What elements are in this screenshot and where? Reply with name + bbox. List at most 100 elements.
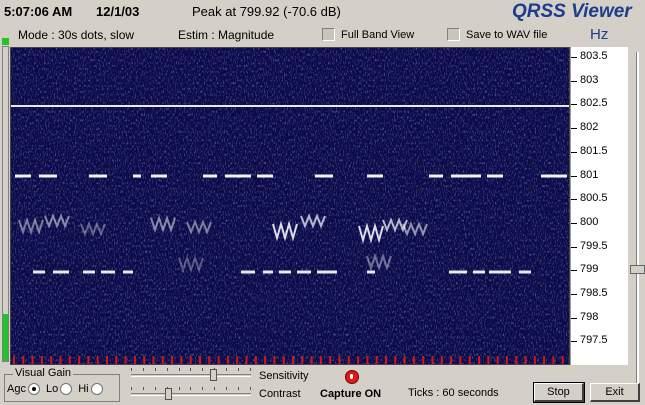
full-band-view-checkbox[interactable]: Full Band View <box>322 28 414 41</box>
frequency-tick <box>571 57 577 58</box>
lo-radio[interactable] <box>60 383 73 395</box>
frequency-units-label: Hz <box>590 26 609 43</box>
frequency-tick-label: 801.5 <box>580 144 608 157</box>
frequency-tick-label: 798.5 <box>580 287 608 299</box>
time-tick-marker <box>96 356 99 364</box>
time-tick-marker <box>133 356 136 364</box>
capture-status: Capture ON <box>320 388 382 400</box>
time-tick-marker <box>347 356 350 364</box>
time-tick-marker <box>450 356 453 364</box>
frequency-tick <box>571 270 577 272</box>
time-tick-marker <box>31 356 34 364</box>
frequency-tick <box>571 151 577 153</box>
time-tick-marker <box>87 356 90 364</box>
time-tick-marker <box>124 356 127 364</box>
time-tick-marker <box>301 356 304 364</box>
frequency-tick-label: 799 <box>580 263 599 276</box>
time-tick-marker <box>524 356 527 364</box>
agc-label: Agc <box>7 383 26 395</box>
spectrogram-display[interactable] <box>10 47 570 365</box>
hi-label: Hi <box>78 383 89 395</box>
time-tick-marker <box>478 356 480 364</box>
frequency-tick-label: 802.5 <box>580 97 608 110</box>
time-tick-marker <box>385 356 387 364</box>
time-tick-marker <box>459 356 462 364</box>
time-tick-marker <box>496 356 499 364</box>
time-tick-marker <box>319 356 322 364</box>
time-tick-marker <box>180 356 183 364</box>
time-tick-marker <box>68 356 71 364</box>
time-tick-marker <box>254 356 257 364</box>
contrast-label: Contrast <box>259 388 301 400</box>
spectrogram-canvas <box>11 48 569 364</box>
time-tick-marker <box>468 356 471 364</box>
time-tick-marker <box>245 356 248 364</box>
time-tick-marker <box>515 356 518 364</box>
full-band-view-box[interactable] <box>322 28 335 41</box>
signal-level-meter <box>2 46 9 362</box>
frequency-tick <box>571 341 577 343</box>
time-tick-marker <box>143 356 146 364</box>
hi-radio[interactable] <box>90 383 103 395</box>
stop-button[interactable]: Stop <box>533 382 585 403</box>
time-tick-marker <box>431 356 434 364</box>
peak-readout: Peak at 799.92 (-70.6 dB) <box>192 4 341 19</box>
frequency-tick-label: 800 <box>580 215 599 228</box>
control-panel: Visual Gain Agc Lo Hi Sensitivity Contra… <box>0 366 645 405</box>
frequency-tick-label: 800.5 <box>580 192 608 205</box>
time-tick-marker <box>199 356 201 364</box>
frequency-tick <box>571 222 577 224</box>
sensitivity-slider-thumb[interactable] <box>210 369 218 381</box>
time-tick-marker <box>115 356 118 364</box>
frequency-tick <box>571 246 577 248</box>
frequency-tick-label: 803.5 <box>580 50 608 62</box>
time-tick-marker <box>505 356 508 364</box>
time-tick-marker <box>422 356 425 364</box>
capture-indicator-icon <box>345 370 359 384</box>
full-band-view-label: Full Band View <box>341 28 415 41</box>
time-tick-marker <box>357 356 360 364</box>
frequency-tick <box>571 317 577 319</box>
app-title: QRSS Viewer <box>512 1 632 22</box>
visual-gain-title: Visual Gain <box>13 367 74 379</box>
time-tick-marker <box>171 356 174 364</box>
time-tick-marker <box>533 356 536 364</box>
time-tick-marker <box>236 356 239 364</box>
time-tick-marker <box>106 356 108 364</box>
mode-readout: Mode : 30s dots, slow <box>18 28 135 42</box>
time-tick-marker <box>273 356 276 364</box>
time-tick-marker <box>264 356 267 364</box>
lo-label: Lo <box>45 383 59 395</box>
frequency-tick <box>571 199 577 201</box>
header-bar: 5:07:06 AM 12/1/03 Peak at 799.92 (-70.6… <box>0 0 645 24</box>
agc-radio[interactable] <box>27 383 40 395</box>
info-bar: Mode : 30s dots, slow Estim : Magnitude … <box>0 26 645 46</box>
signal-level-fill <box>3 313 8 361</box>
time-tick-marker <box>338 356 341 364</box>
sensitivity-slider[interactable] <box>131 368 251 382</box>
time-tick-marker <box>366 356 369 364</box>
time-tick-marker <box>50 356 53 364</box>
time-tick-marker <box>440 356 443 364</box>
contrast-slider-thumb[interactable] <box>164 388 172 400</box>
clock-date: 12/1/03 <box>96 4 140 19</box>
save-to-wav-label: Save to WAV file <box>466 28 548 41</box>
frequency-axis: 803.5 803 802.5 802 801.5 801 800.5 800 799.5 799… <box>570 47 628 365</box>
frequency-tick-label: 802 <box>580 121 599 134</box>
save-to-wav-checkbox[interactable]: Save to WAV file <box>447 28 547 41</box>
time-tick-marker <box>561 356 564 364</box>
frequency-tick <box>571 104 577 106</box>
display-offset-slider-thumb[interactable] <box>630 265 645 274</box>
exit-button[interactable]: Exit <box>590 383 640 402</box>
time-tick-marker <box>22 356 25 364</box>
display-offset-slider-track[interactable] <box>636 52 639 398</box>
time-tick-marker <box>292 356 294 364</box>
frequency-tick <box>571 175 577 177</box>
frequency-tick <box>571 294 577 295</box>
contrast-slider[interactable] <box>131 387 251 401</box>
time-tick-marker <box>310 356 313 364</box>
time-tick-marker <box>552 356 555 364</box>
save-to-wav-box[interactable] <box>447 28 460 41</box>
time-tick-marker <box>59 356 62 364</box>
time-tick-marker <box>78 356 81 364</box>
